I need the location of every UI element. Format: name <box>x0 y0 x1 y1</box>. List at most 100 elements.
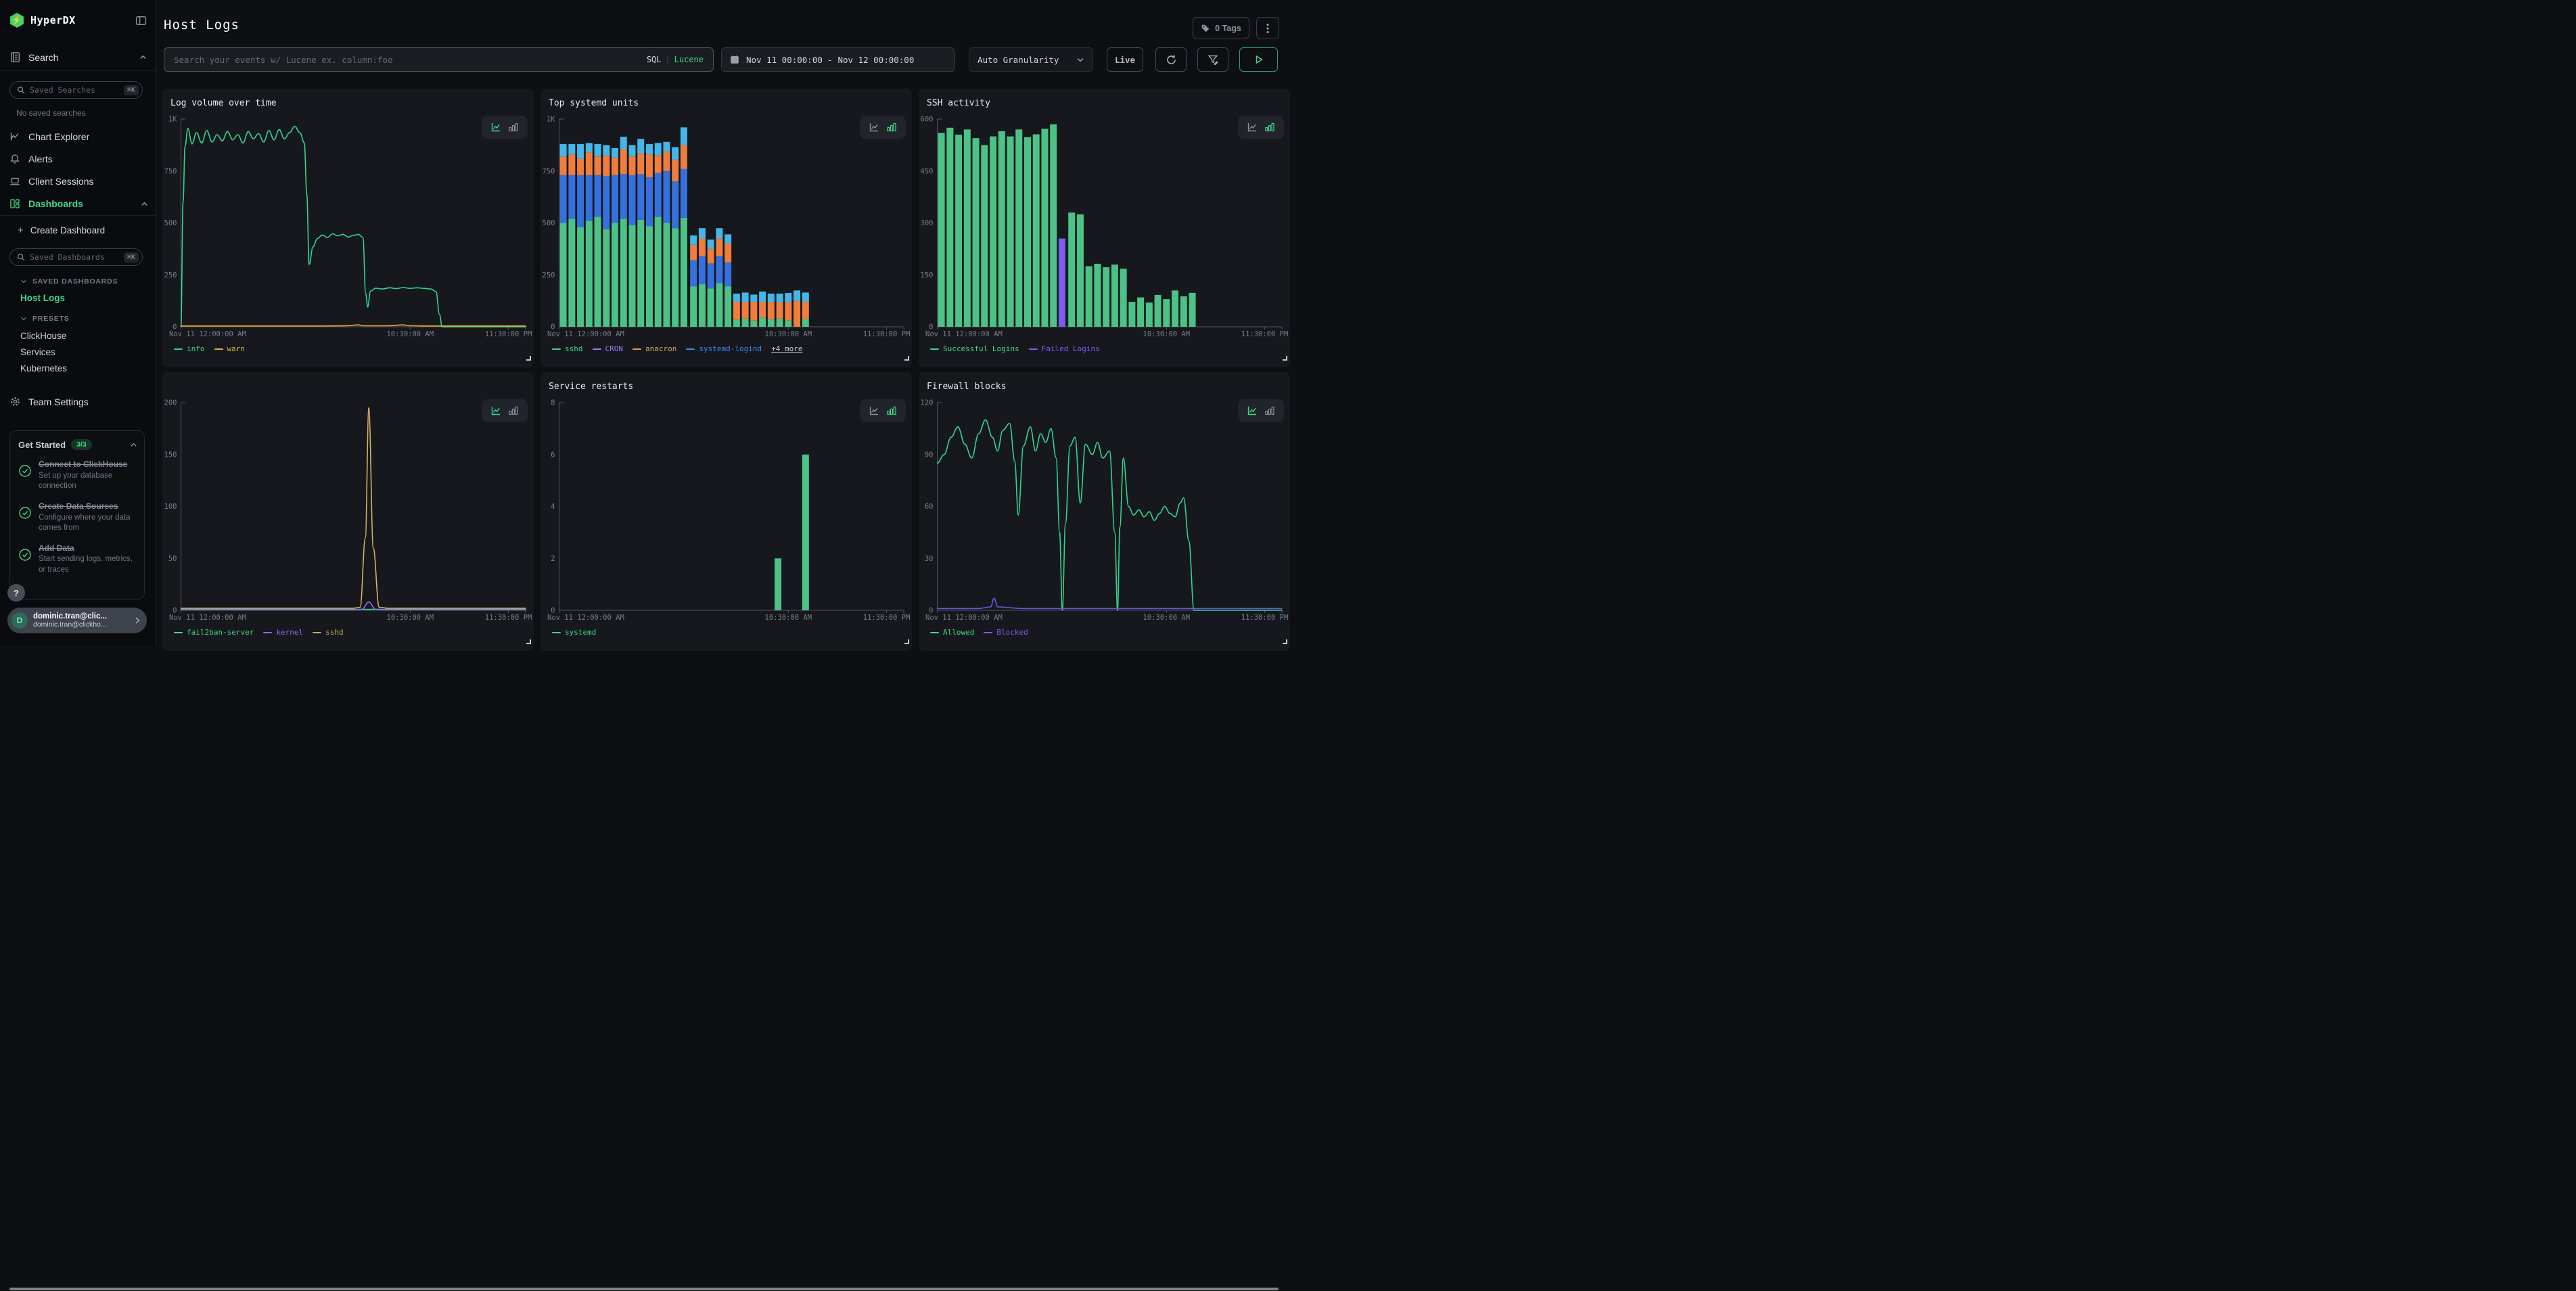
legend-item[interactable]: systemd-logind <box>686 344 762 353</box>
sidebar-item-services[interactable]: Services <box>20 347 55 357</box>
svg-text:1K: 1K <box>168 116 177 124</box>
legend-item[interactable]: fail2ban-server <box>174 628 254 637</box>
chevron-up-icon[interactable] <box>130 441 137 449</box>
legend-swatch <box>930 632 939 633</box>
line-chart-toggle-icon[interactable] <box>1247 405 1258 416</box>
bar-chart-toggle-icon[interactable] <box>508 122 519 133</box>
chart-title: Top systemd units <box>549 98 639 108</box>
legend-label: systemd-logind <box>699 344 762 353</box>
tags-button[interactable]: 0 Tags <box>1193 17 1249 39</box>
refresh-button[interactable] <box>1155 47 1187 72</box>
legend-item[interactable]: Blocked <box>984 628 1028 637</box>
chart-legend: Allowed Blocked <box>930 628 1028 637</box>
svg-text:150: 150 <box>164 451 177 459</box>
live-button[interactable]: Live <box>1107 47 1143 72</box>
create-dashboard-button[interactable]: + Create Dashboard <box>18 225 105 236</box>
get-started-step-add-data[interactable]: Add Data Start sending logs, metrics, or… <box>18 543 137 576</box>
chevron-up-icon <box>139 53 147 61</box>
legend-label: sshd <box>565 344 583 353</box>
panel-resize-handle[interactable] <box>904 639 909 644</box>
panel-resize-handle[interactable] <box>1283 356 1287 361</box>
bar-chart-toggle-icon[interactable] <box>1264 122 1275 133</box>
legend-item[interactable]: sshd <box>552 344 583 353</box>
chart-canvas[interactable]: 050100150200Nov 11 12:00:00 AM10:30:00 A… <box>162 399 534 627</box>
bar-chart-toggle-icon[interactable] <box>1264 405 1275 416</box>
legend-item[interactable]: warn <box>214 344 246 353</box>
saved-dashboards-field[interactable] <box>30 252 124 262</box>
legend-item[interactable]: Failed Logins <box>1029 344 1100 353</box>
sidebar-search-label: Search <box>28 52 58 63</box>
sidebar-item-kubernetes[interactable]: Kubernetes <box>20 363 67 373</box>
bar-chart-toggle-icon[interactable] <box>886 405 897 416</box>
sidebar-collapse-icon[interactable] <box>135 15 147 26</box>
svg-text:750: 750 <box>164 167 177 175</box>
line-chart-toggle-icon[interactable] <box>869 122 879 133</box>
legend-label: info <box>187 344 205 353</box>
panel-resize-handle[interactable] <box>1283 639 1287 644</box>
chart-canvas[interactable]: 02468Nov 11 12:00:00 AM10:30:00 AM11:30:… <box>540 399 912 627</box>
app-logo: ⚡ HyperDX <box>9 11 147 30</box>
legend-item[interactable]: anacron <box>632 344 676 353</box>
panel-resize-handle[interactable] <box>904 356 909 361</box>
chart-canvas[interactable]: 02505007501KNov 11 12:00:00 AM10:30:00 A… <box>540 116 912 343</box>
date-range-picker[interactable]: Nov 11 00:00:00 - Nov 12 00:00:00 <box>721 47 955 72</box>
chart-panel-log-volume-over-time: Log volume over time02505007501KNov 11 1… <box>162 89 534 367</box>
line-chart-toggle-icon[interactable] <box>1247 122 1258 133</box>
sidebar-item-search[interactable]: Search <box>9 51 147 63</box>
saved-dashboards-input[interactable]: ⌘K <box>9 248 143 266</box>
bar-chart-toggle-icon[interactable] <box>508 405 519 416</box>
saved-dashboards-section-header[interactable]: SAVED DASHBOARDS <box>20 277 118 286</box>
help-button[interactable]: ? <box>7 584 25 602</box>
sql-mode-toggle[interactable]: SQL <box>647 55 662 64</box>
sidebar-item-clickhouse[interactable]: ClickHouse <box>20 331 66 341</box>
panel-resize-handle[interactable] <box>526 356 531 361</box>
run-query-button[interactable] <box>1239 47 1278 72</box>
legend-label: Blocked <box>996 628 1028 637</box>
horizontal-scrollbar[interactable] <box>9 1288 1279 1290</box>
event-search-input[interactable] <box>174 55 647 65</box>
bar-chart-toggle-icon[interactable] <box>886 122 897 133</box>
saved-searches-input[interactable]: ⌘K <box>9 81 143 99</box>
check-circle-icon <box>18 548 32 562</box>
legend-item[interactable]: CRON <box>593 344 624 353</box>
create-dashboard-label: Create Dashboard <box>30 225 105 235</box>
sidebar-item-client-sessions[interactable]: Client Sessions <box>9 173 148 189</box>
event-search-bar[interactable]: SQL | Lucene <box>164 47 714 72</box>
legend-label: systemd <box>565 628 596 637</box>
legend-label: warn <box>227 344 246 353</box>
sidebar-item-alerts[interactable]: Alerts <box>9 151 148 167</box>
legend-item[interactable]: kernel <box>263 628 303 637</box>
panel-resize-handle[interactable] <box>526 639 531 644</box>
legend-item[interactable]: systemd <box>552 628 596 637</box>
chart-canvas[interactable]: 0150300450600Nov 11 12:00:00 AM10:30:00 … <box>919 116 1290 343</box>
sidebar-item-chart-explorer[interactable]: Chart Explorer <box>9 129 148 145</box>
chart-canvas[interactable]: 02505007501KNov 11 12:00:00 AM10:30:00 A… <box>162 116 534 343</box>
line-chart-toggle-icon[interactable] <box>490 405 501 416</box>
legend-item[interactable]: Successful Logins <box>930 344 1019 353</box>
get-started-step-sources[interactable]: Create Data Sources Configure where your… <box>18 501 137 534</box>
avatar: D <box>12 612 28 629</box>
lucene-mode-toggle[interactable]: Lucene <box>674 55 704 64</box>
legend-item[interactable]: sshd <box>313 628 344 637</box>
svg-text:500: 500 <box>164 219 177 227</box>
chart-canvas[interactable]: 0306090120Nov 11 12:00:00 AM10:30:00 AM1… <box>919 399 1290 627</box>
app-name: HyperDX <box>30 14 76 26</box>
kebab-menu-button[interactable] <box>1256 17 1279 39</box>
get-started-step-connect[interactable]: Connect to ClickHouse Set up your databa… <box>18 459 137 492</box>
user-menu[interactable]: D dominic.tran@clic... dominic.tran@clic… <box>7 608 147 633</box>
presets-section-header[interactable]: PRESETS <box>20 315 70 323</box>
line-chart-toggle-icon[interactable] <box>490 122 501 133</box>
legend-item[interactable]: info <box>174 344 205 353</box>
svg-text:10:30:00 AM: 10:30:00 AM <box>765 614 812 622</box>
sidebar-item-team-settings[interactable]: Team Settings <box>9 396 147 407</box>
saved-searches-field[interactable] <box>30 85 124 95</box>
chart-panel-service-restarts: Service restarts02468Nov 11 12:00:00 AM1… <box>540 372 912 651</box>
filter-button[interactable] <box>1197 47 1228 72</box>
granularity-select[interactable]: Auto Granularity <box>969 47 1093 72</box>
sidebar-item-host-logs[interactable]: Host Logs <box>20 293 65 303</box>
legend-item[interactable]: Allowed <box>930 628 974 637</box>
legend-more-link[interactable]: +4 more <box>771 344 802 353</box>
line-chart-toggle-icon[interactable] <box>869 405 879 416</box>
sidebar-item-dashboards[interactable]: Dashboards <box>9 196 148 212</box>
chart-panel-untitled-3: 050100150200Nov 11 12:00:00 AM10:30:00 A… <box>162 372 534 651</box>
